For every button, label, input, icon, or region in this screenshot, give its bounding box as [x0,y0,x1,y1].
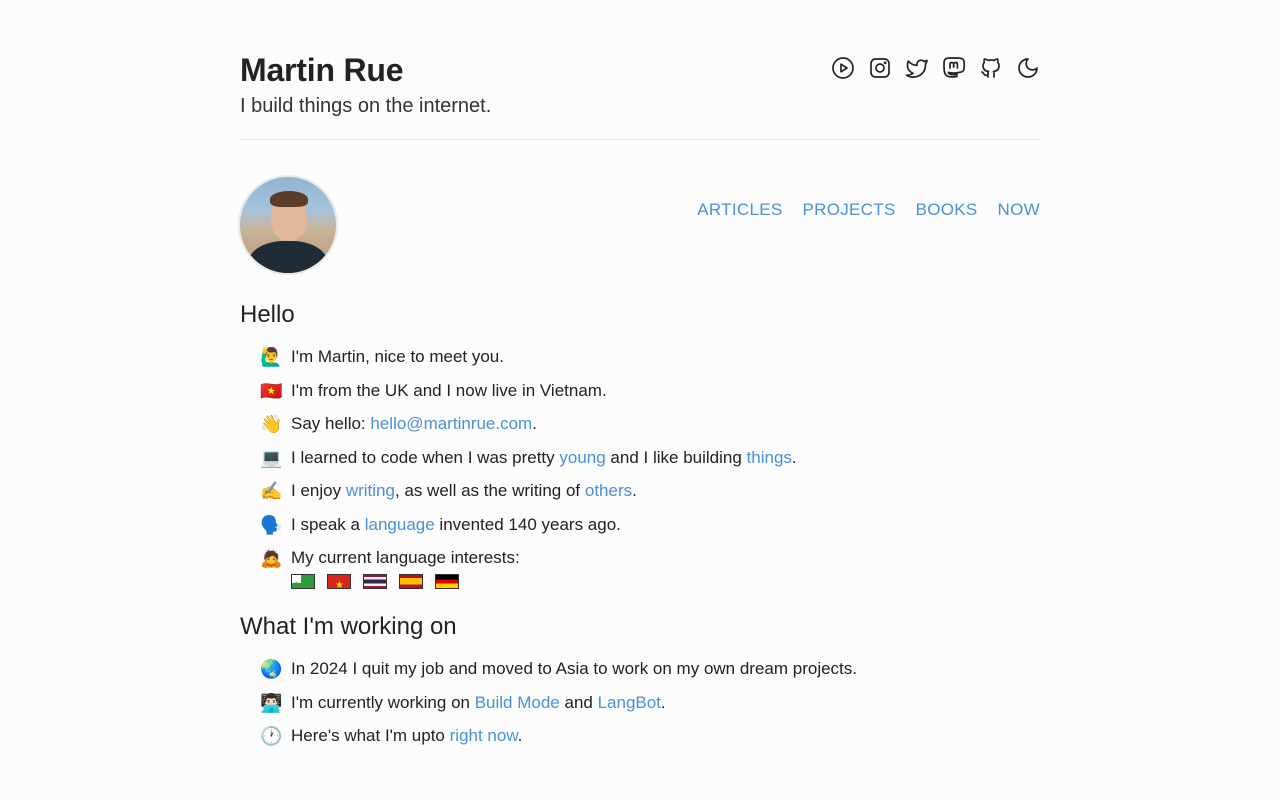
hello-heading: Hello [240,301,295,328]
vietnam-flag-icon: 🇻🇳 [260,380,283,401]
list-item-text: Here's what I'm upto right now. [291,724,522,748]
right-now-link[interactable]: right now [450,726,518,745]
mastodon-icon[interactable] [941,55,966,80]
list-item: 🙇 My current language interests: [260,546,1040,589]
thailand-flag-icon [363,574,387,589]
text-segment: . [791,447,797,467]
main-content: ARTICLES PROJECTS BOOKS NOW Hello 🙋‍♂️ I… [240,177,1040,748]
site-tagline: I build things on the internet. [240,95,492,117]
nav-books[interactable]: BOOKS [916,200,978,220]
list-item-text: In 2024 I quit my job and moved to Asia … [291,659,858,678]
others-link[interactable]: others [585,481,632,500]
clock-icon: 🕐 [260,726,283,746]
esperanto-flag-icon [291,574,315,589]
text-segment: Here's what I'm upto [291,726,450,745]
youtube-icon[interactable] [830,55,855,80]
language-link[interactable]: language [365,515,435,534]
site-header: Martin Rue I build things on the interne… [240,48,1040,140]
list-item-text: Say hello: hello@martinrue.com. [291,412,537,436]
working-list: 🌏 In 2024 I quit my job and moved to Asi… [240,657,1040,748]
list-item: 💻 I learned to code when I was pretty yo… [260,446,1040,470]
github-icon[interactable] [978,55,1003,80]
instagram-icon[interactable] [867,55,892,80]
list-item: 🗣️ I speak a language invented 140 years… [260,513,1040,537]
text-segment: and I like building [605,447,747,467]
working-heading: What I'm working on [240,613,457,640]
waving-hand-icon: 👋 [260,414,283,434]
avatar-hair [270,191,308,207]
text-segment: and [559,692,598,712]
flag-row [291,574,520,589]
vietnam-flag-icon [327,574,351,589]
list-item-text: I learned to code when I was pretty youn… [291,446,797,470]
text-segment: I enjoy [291,481,346,500]
langbot-link[interactable]: LangBot [598,693,661,712]
person-bowing-icon: 🙇 [260,548,283,568]
text-segment: Say hello: [291,414,371,433]
avatar [240,177,336,273]
list-item-text: I'm from the UK and I now live in Vietna… [291,380,607,400]
writing-hand-icon: ✍️ [260,481,283,501]
text-segment: . [632,481,637,500]
laptop-icon: 💻 [260,447,283,468]
nav-now[interactable]: NOW [998,200,1040,220]
build-mode-link[interactable]: Build Mode [475,693,560,712]
text-segment: . [660,692,666,712]
things-link[interactable]: things [747,448,792,467]
text-segment: I speak a [291,514,365,534]
list-item-text: My current language interests: [291,548,520,567]
text-segment: I learned to code when I was pretty [291,447,560,467]
list-item: 🙋‍♂️ I'm Martin, nice to meet you. [260,345,1040,369]
list-item: 🕐 Here's what I'm upto right now. [260,724,1040,748]
main-nav: ARTICLES PROJECTS BOOKS NOW [697,200,1040,220]
speaking-head-icon: 🗣️ [260,514,283,535]
list-item: 👨🏻‍💻 I'm currently working on Build Mode… [260,691,1040,715]
writing-link[interactable]: writing [346,481,395,500]
list-item: 👋 Say hello: hello@martinrue.com. [260,412,1040,436]
list-item-text: I'm currently working on Build Mode and … [291,691,666,715]
text-segment: , as well as the writing of [394,481,585,500]
moon-icon[interactable] [1015,55,1040,80]
social-links [830,55,1040,80]
list-item: ✍️ I enjoy writing, as well as the writi… [260,479,1040,503]
text-segment: . [517,726,523,745]
language-interests: My current language interests: [291,546,520,589]
list-item-text: I'm Martin, nice to meet you. [291,347,504,366]
young-link[interactable]: young [559,448,605,467]
list-item: 🇻🇳 I'm from the UK and I now live in Vie… [260,379,1040,403]
text-segment: I'm currently working on [291,692,475,712]
globe-icon: 🌏 [260,659,283,679]
nav-projects[interactable]: PROJECTS [803,200,896,220]
technologist-icon: 👨🏻‍💻 [260,692,283,713]
hello-list: 🙋‍♂️ I'm Martin, nice to meet you. 🇻🇳 I'… [240,345,1040,589]
page-container: Martin Rue I build things on the interne… [240,0,1040,748]
list-item: 🌏 In 2024 I quit my job and moved to Asi… [260,657,1040,681]
spain-flag-icon [399,574,423,589]
nav-articles[interactable]: ARTICLES [697,200,782,220]
list-item-text: I enjoy writing, as well as the writing … [291,479,637,503]
text-segment: . [532,414,537,433]
germany-flag-icon [435,574,459,589]
text-segment: invented 140 years ago. [434,514,621,534]
avatar-body [248,241,328,273]
list-item-text: I speak a language invented 140 years ag… [291,513,621,537]
email-link[interactable]: hello@martinrue.com [370,414,532,433]
person-raising-hand-icon: 🙋‍♂️ [260,347,283,367]
twitter-icon[interactable] [904,55,929,80]
